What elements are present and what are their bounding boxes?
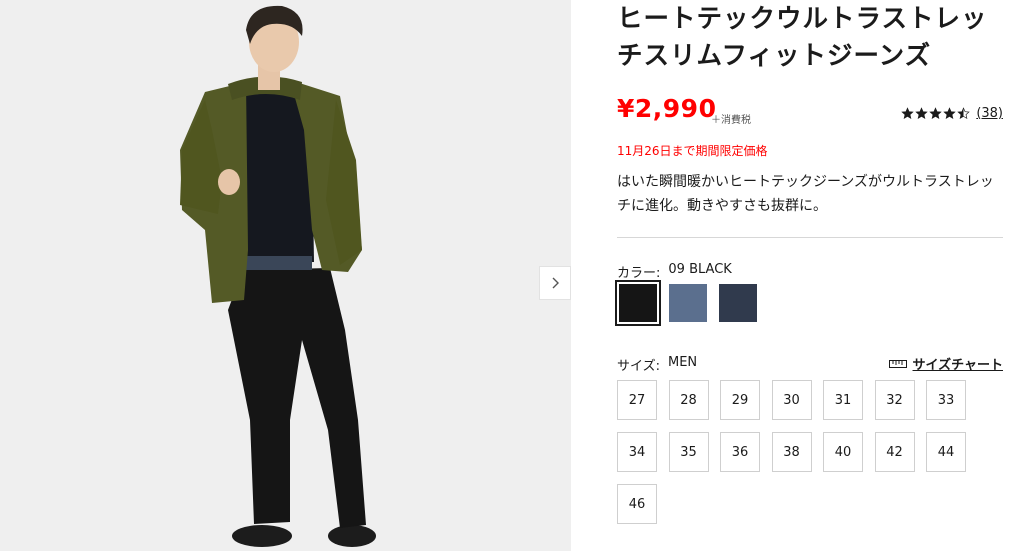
product-image-panel: [0, 0, 571, 551]
selected-size-category: MEN: [668, 355, 698, 370]
size-label: サイズ:: [617, 359, 660, 374]
size-label-row: サイズ: MEN: [617, 355, 697, 374]
promo-text: 11月26日まで期間限定価格: [617, 144, 768, 158]
star-icon: [901, 107, 915, 120]
ruler-icon: [888, 359, 907, 368]
size-chart-label: サイズチャート: [912, 358, 1003, 373]
size-button-32[interactable]: 32: [874, 380, 915, 420]
size-button-30[interactable]: 30: [771, 380, 812, 420]
chevron-right-icon: [552, 277, 559, 289]
size-button-27[interactable]: 27: [617, 380, 657, 420]
product-price: ¥2,990: [617, 94, 717, 123]
color-swatch-blue[interactable]: [669, 284, 707, 322]
size-button-36[interactable]: 36: [720, 432, 760, 472]
review-count-link[interactable]: (38): [976, 106, 1003, 121]
star-icon: [957, 107, 971, 120]
color-label-row: カラー: 09 BLACK: [617, 262, 732, 281]
color-swatch-black[interactable]: [615, 280, 661, 326]
product-model-image: [180, 5, 376, 547]
size-button-38[interactable]: 38: [771, 432, 812, 472]
star-icon: [929, 107, 943, 120]
size-button-33[interactable]: 33: [926, 380, 966, 420]
size-button-44[interactable]: 44: [926, 432, 966, 472]
selected-color: 09 BLACK: [668, 262, 732, 277]
size-button-40[interactable]: 40: [823, 432, 863, 472]
next-image-button[interactable]: [539, 266, 571, 300]
product-description: はいた瞬間暖かいヒートテックジーンズがウルトラストレッチに進化。動きやすさも抜群…: [617, 174, 994, 214]
size-button-46[interactable]: 46: [617, 484, 657, 524]
size-options: 27 28 29 30 31 32 33 34 35 36 38 40 42 44 46: [617, 380, 966, 524]
size-button-35[interactable]: 35: [668, 432, 709, 472]
product-rating: (38): [901, 106, 1003, 121]
size-button-34[interactable]: 34: [617, 432, 657, 472]
color-label: カラー:: [617, 266, 661, 281]
rating-stars: [901, 107, 971, 120]
size-button-31[interactable]: 31: [823, 380, 863, 420]
color-swatches: [615, 280, 757, 326]
size-chart-link[interactable]: サイズチャート: [888, 354, 1003, 373]
divider: [617, 237, 1003, 238]
size-button-29[interactable]: 29: [720, 380, 760, 420]
star-icon: [915, 107, 929, 120]
size-button-42[interactable]: 42: [874, 432, 915, 472]
tax-note: ＋消費税: [711, 115, 751, 126]
size-button-28[interactable]: 28: [668, 380, 709, 420]
product-title: ヒートテックウルトラストレッチスリムフィットジーンズ: [617, 4, 988, 71]
star-icon: [943, 107, 957, 120]
color-swatch-navy[interactable]: [719, 284, 757, 322]
